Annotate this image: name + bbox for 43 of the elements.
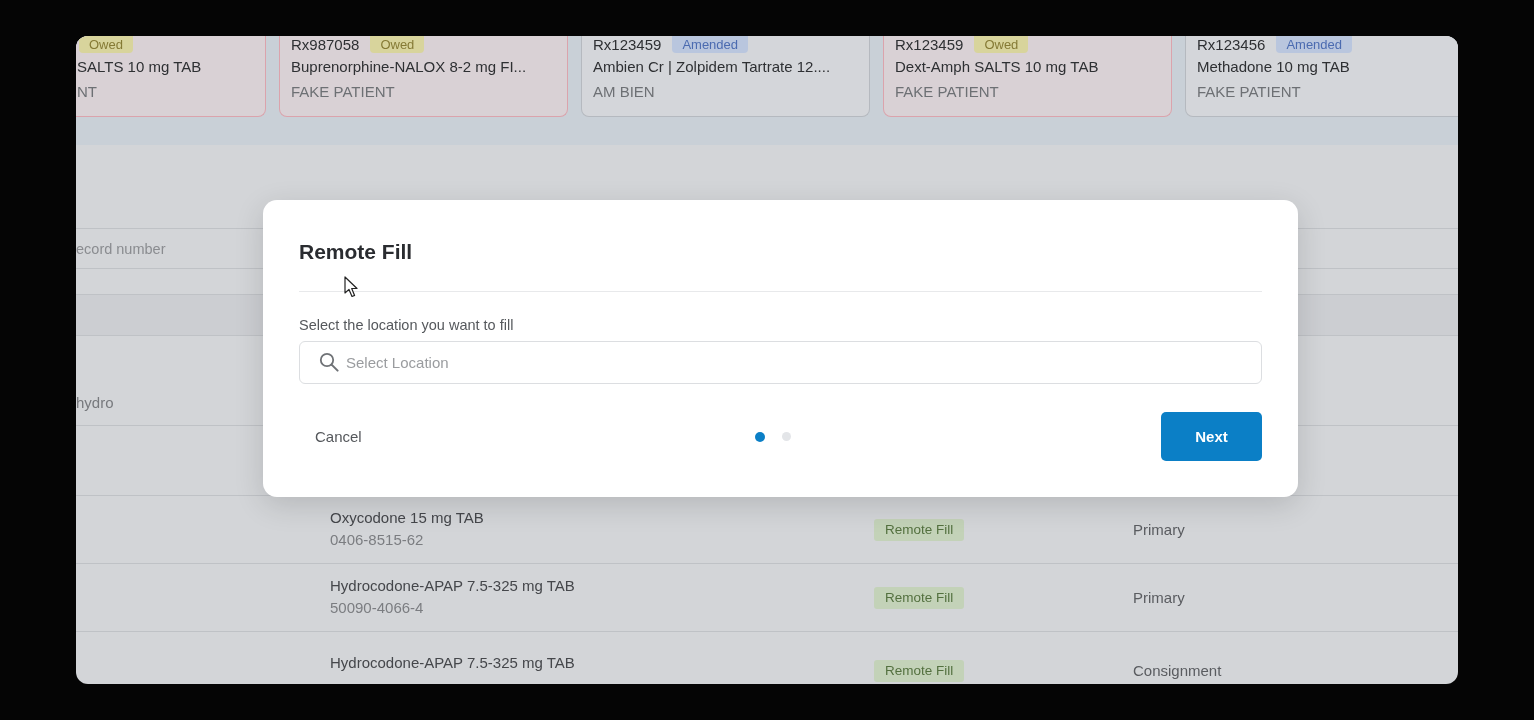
location-cell: Primary <box>1133 587 1185 608</box>
patient-name: FAKE PATIENT <box>291 82 396 102</box>
status-badge: Owed <box>974 36 1029 53</box>
fill-type-badge: Remote Fill <box>874 660 965 682</box>
location-cell: Consignment <box>1133 661 1222 681</box>
ndc-code: 0406-8515-62 <box>330 530 425 550</box>
rx-number: Rx987058 <box>291 36 360 53</box>
patient-name: FAKE PATIENT <box>895 82 1000 102</box>
drug-name: Oxycodone 15 mg TAB <box>330 508 485 528</box>
patient-name: NT <box>77 82 98 102</box>
patient-name: AM BIEN <box>593 82 656 102</box>
table-cell-text: hydro <box>76 393 114 413</box>
ndc-code: 50090-4066-4 <box>330 598 425 618</box>
rx-number: Rx123459 <box>593 36 662 53</box>
drug-name: Methadone 10 mg TAB <box>1197 57 1351 77</box>
rx-card[interactable]: Rx123459 Owed Dext-Amph SALTS 10 mg TAB FAKE PATIENT <box>883 36 1172 117</box>
rx-card[interactable]: Rx123459 Amended Ambien Cr | Zolpidem Tartrate 12.... AM BIEN <box>581 36 870 117</box>
rx-card[interactable]: Rx123456 Amended Methadone 10 mg TAB FAKE PATIENT <box>1185 36 1458 117</box>
status-badge: Amended <box>1276 36 1353 53</box>
status-badge: Owed <box>79 36 133 53</box>
mouse-pointer-icon <box>344 276 358 298</box>
rx-card[interactable]: Owed SALTS 10 mg TAB NT <box>76 36 266 117</box>
field-label: Select the location you want to fill <box>299 316 515 335</box>
patient-name: FAKE PATIENT <box>1197 82 1302 102</box>
status-badge: Owed <box>370 36 425 53</box>
next-button[interactable]: Next <box>1161 412 1262 461</box>
drug-name: Hydrocodone-APAP 7.5-325 mg TAB <box>330 576 576 596</box>
cancel-button[interactable]: Cancel <box>315 422 362 451</box>
location-cell: Primary <box>1133 519 1185 540</box>
dialog-title: Remote Fill <box>299 239 414 265</box>
rx-number: Rx123456 <box>1197 36 1266 53</box>
fill-type-badge: Remote Fill <box>874 586 965 609</box>
drug-name: Buprenorphine-NALOX 8-2 mg FI... <box>291 57 528 77</box>
drug-name: SALTS 10 mg TAB <box>77 57 203 77</box>
fill-type-badge: Remote Fill <box>874 518 965 541</box>
drug-name: Ambien Cr | Zolpidem Tartrate 12.... <box>593 57 832 77</box>
drug-name: Hydrocodone-APAP 7.5-325 mg TAB <box>330 653 576 673</box>
drug-name: Dext-Amph SALTS 10 mg TAB <box>895 57 1100 77</box>
status-badge: Amended <box>672 36 749 53</box>
location-search-field[interactable]: Select Location <box>299 341 1262 384</box>
rx-number: Rx123459 <box>895 36 964 53</box>
rx-card[interactable]: Rx987058 Owed Buprenorphine-NALOX 8-2 mg FI... FAKE PATIENT <box>279 36 568 117</box>
search-icon <box>319 352 339 372</box>
